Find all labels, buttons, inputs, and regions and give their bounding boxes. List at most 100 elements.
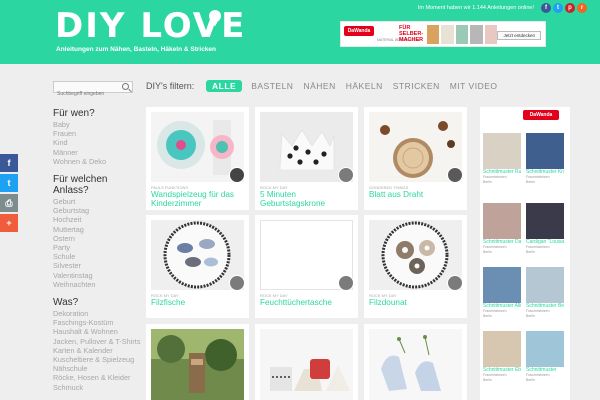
product-image xyxy=(483,133,521,169)
tutorial-card[interactable]: ROCK MY DAY Filzfische xyxy=(146,215,249,318)
author-avatar[interactable] xyxy=(338,275,354,291)
filter-all[interactable]: ALLE xyxy=(206,80,243,92)
sidebar-item-toys[interactable]: Kuscheltiere & Spielzeug xyxy=(53,355,141,364)
banner-product-images xyxy=(427,25,498,44)
sidebar-item-mothers-day[interactable]: Muttertag xyxy=(53,225,141,234)
product-item[interactable]: Schnittmuster Krawatte für Frauenfabrize… xyxy=(526,133,564,185)
product-image xyxy=(483,267,521,303)
sidebar-item-decoration[interactable]: Dekoration xyxy=(53,309,141,318)
sidebar-item-new-year[interactable]: Silvester xyxy=(53,261,141,270)
tutorial-card[interactable]: GONDERED THINGS Blatt aus Draht xyxy=(364,107,467,210)
header: DIY LOVE Anleitungen zum Nähen, Basteln,… xyxy=(0,0,600,64)
sidebar-item-skirts[interactable]: Röcke, Hosen & Kleider xyxy=(53,373,141,382)
banner-cta-button[interactable]: Jetzt entdecken xyxy=(497,31,541,40)
filter-basteln[interactable]: BASTELN xyxy=(250,80,294,92)
sidebar-item-cards[interactable]: Karten & Kalender xyxy=(53,346,141,355)
sidebar-item-men[interactable]: Männer xyxy=(53,148,141,157)
sidebar-item-party[interactable]: Party xyxy=(53,243,141,252)
product-item[interactable]: Schnittmuster Frauenfabrizen Berlin xyxy=(526,331,564,383)
author-avatar[interactable] xyxy=(447,275,463,291)
sidebar-item-costume[interactable]: Faschings-Kostüm xyxy=(53,318,141,327)
search-input[interactable] xyxy=(54,89,116,99)
filter-tabs: ALLE BASTELN NÄHEN HÄKELN STRICKEN MIT V… xyxy=(206,80,499,92)
floating-share-bar: f t ⎙ + xyxy=(0,154,18,234)
tutorial-card[interactable]: ROCK MY DAY Feuchttüchertasche xyxy=(255,215,358,318)
product-item[interactable]: Schnittmuster Allroundtasche Frauenfabri… xyxy=(483,267,521,319)
search-box xyxy=(53,81,133,99)
sidebar-item-baby[interactable]: Baby xyxy=(53,120,141,129)
sidebar-item-women[interactable]: Frauen xyxy=(53,129,141,138)
sidebar-item-valentine[interactable]: Valentinstag xyxy=(53,271,141,280)
site-tagline: Anleitungen zum Nähen, Basteln, Häkeln &… xyxy=(56,46,217,53)
dawanda-widget-logo[interactable]: DaWanda xyxy=(523,110,559,120)
tutorial-card[interactable]: PAULS FUNKTIONS Wandspielzeug für das Ki… xyxy=(146,107,249,210)
sidebar-item-living[interactable]: Wohnen & Deko xyxy=(53,157,141,166)
dawanda-product-widget: DaWanda Schnittmuster Rucksack Frauenfab… xyxy=(480,107,570,400)
product-image xyxy=(526,203,564,239)
product-city: Berlin xyxy=(526,378,535,382)
product-image xyxy=(483,331,521,367)
facebook-icon[interactable]: f xyxy=(541,3,551,13)
card-title[interactable]: Blatt aus Draht xyxy=(369,190,464,199)
sidebar-heading-for-whom: Für wen? xyxy=(53,108,95,119)
product-city: Berlin xyxy=(526,250,535,254)
author-avatar[interactable] xyxy=(229,167,245,183)
card-title[interactable]: Filzfische xyxy=(151,298,246,307)
sidebar-item-easter[interactable]: Ostern xyxy=(53,234,141,243)
sidebar-item-wedding[interactable]: Hochzeit xyxy=(53,215,141,224)
tutorial-card[interactable]: ROCK MY DAY 5 Minuten Geburtstagskrone xyxy=(255,107,358,210)
dawanda-logo: DaWanda xyxy=(344,26,374,36)
sidebar-item-kid[interactable]: Kind xyxy=(53,138,141,147)
sidebar-item-jackets[interactable]: Jacken, Pullover & T-Shirts xyxy=(53,337,141,346)
sidebar-item-school[interactable]: Schule xyxy=(53,252,141,261)
sidebar-heading-occasion: Für welchen Anlass? xyxy=(53,174,108,197)
filter-naehen[interactable]: NÄHEN xyxy=(302,80,336,92)
share-more-icon[interactable]: + xyxy=(0,214,18,232)
product-city: Berlin xyxy=(526,180,535,184)
product-item[interactable]: Schnittmuster Rucksack Frauenfabrizen Be… xyxy=(483,133,521,185)
tutorial-card[interactable] xyxy=(255,324,358,400)
logo-speech-bubble-icon xyxy=(209,10,221,22)
card-title[interactable]: Feuchttüchertasche xyxy=(260,298,355,307)
search-icon[interactable] xyxy=(122,83,129,90)
tutorial-count: Im Moment haben wir 1.144 Anleitungen on… xyxy=(417,5,534,11)
tutorial-card[interactable] xyxy=(146,324,249,400)
dawanda-ad-banner[interactable]: DaWanda MATERIAL BEI DAWANDA FÜR SELBER-… xyxy=(340,21,546,47)
author-avatar[interactable] xyxy=(338,167,354,183)
card-thumbnail xyxy=(151,329,244,400)
filter-stricken[interactable]: STRICKEN xyxy=(392,80,441,92)
product-item[interactable]: Schnittmuster Ebook: Frauenfabrizen Berl… xyxy=(483,331,521,383)
card-thumbnail xyxy=(369,329,462,400)
author-avatar[interactable] xyxy=(447,167,463,183)
share-print-icon[interactable]: ⎙ xyxy=(0,194,18,212)
sidebar-item-sewing-school[interactable]: Nähschule xyxy=(53,364,141,373)
card-title[interactable]: 5 Minuten Geburtstagskrone xyxy=(260,190,355,208)
product-item[interactable]: Schnittmuster Damen-Shirt Frauenfabrizen… xyxy=(483,203,521,255)
rss-icon[interactable]: r xyxy=(577,3,587,13)
product-item[interactable]: Schnittmuster Beanie Frauenfabrizen Berl… xyxy=(526,267,564,319)
sidebar-item-household[interactable]: Haushalt & Wohnen xyxy=(53,327,141,336)
sidebar-item-christmas[interactable]: Weihnachten xyxy=(53,280,141,289)
card-title[interactable]: Wandspielzeug für das Kinderzimmer xyxy=(151,190,246,208)
product-image xyxy=(526,133,564,169)
sidebar-item-birth[interactable]: Geburt xyxy=(53,197,141,206)
tutorial-card[interactable] xyxy=(364,324,467,400)
filter-video[interactable]: MIT VIDEO xyxy=(449,80,499,92)
sidebar-item-birthday[interactable]: Geburtstag xyxy=(53,206,141,215)
tutorial-card[interactable]: ROCK MY DAY Filzdounat xyxy=(364,215,467,318)
header-social-links: f t p r xyxy=(541,3,587,13)
sidebar-heading-what: Was? xyxy=(53,297,79,309)
card-title[interactable]: Filzdounat xyxy=(369,298,464,307)
twitter-icon[interactable]: t xyxy=(553,3,563,13)
share-facebook-icon[interactable]: f xyxy=(0,154,18,172)
product-city: Berlin xyxy=(483,250,492,254)
author-avatar[interactable] xyxy=(229,275,245,291)
pinterest-icon[interactable]: p xyxy=(565,3,575,13)
product-city: Berlin xyxy=(483,314,492,318)
filter-haekeln[interactable]: HÄKELN xyxy=(345,80,384,92)
product-image xyxy=(526,267,564,303)
sidebar-item-jewelry[interactable]: Schmuck xyxy=(53,383,141,392)
share-twitter-icon[interactable]: t xyxy=(0,174,18,192)
product-city: Berlin xyxy=(526,314,535,318)
product-item[interactable]: Cardigan "Louisa" Gr. Frauenfabrizen Ber… xyxy=(526,203,564,255)
